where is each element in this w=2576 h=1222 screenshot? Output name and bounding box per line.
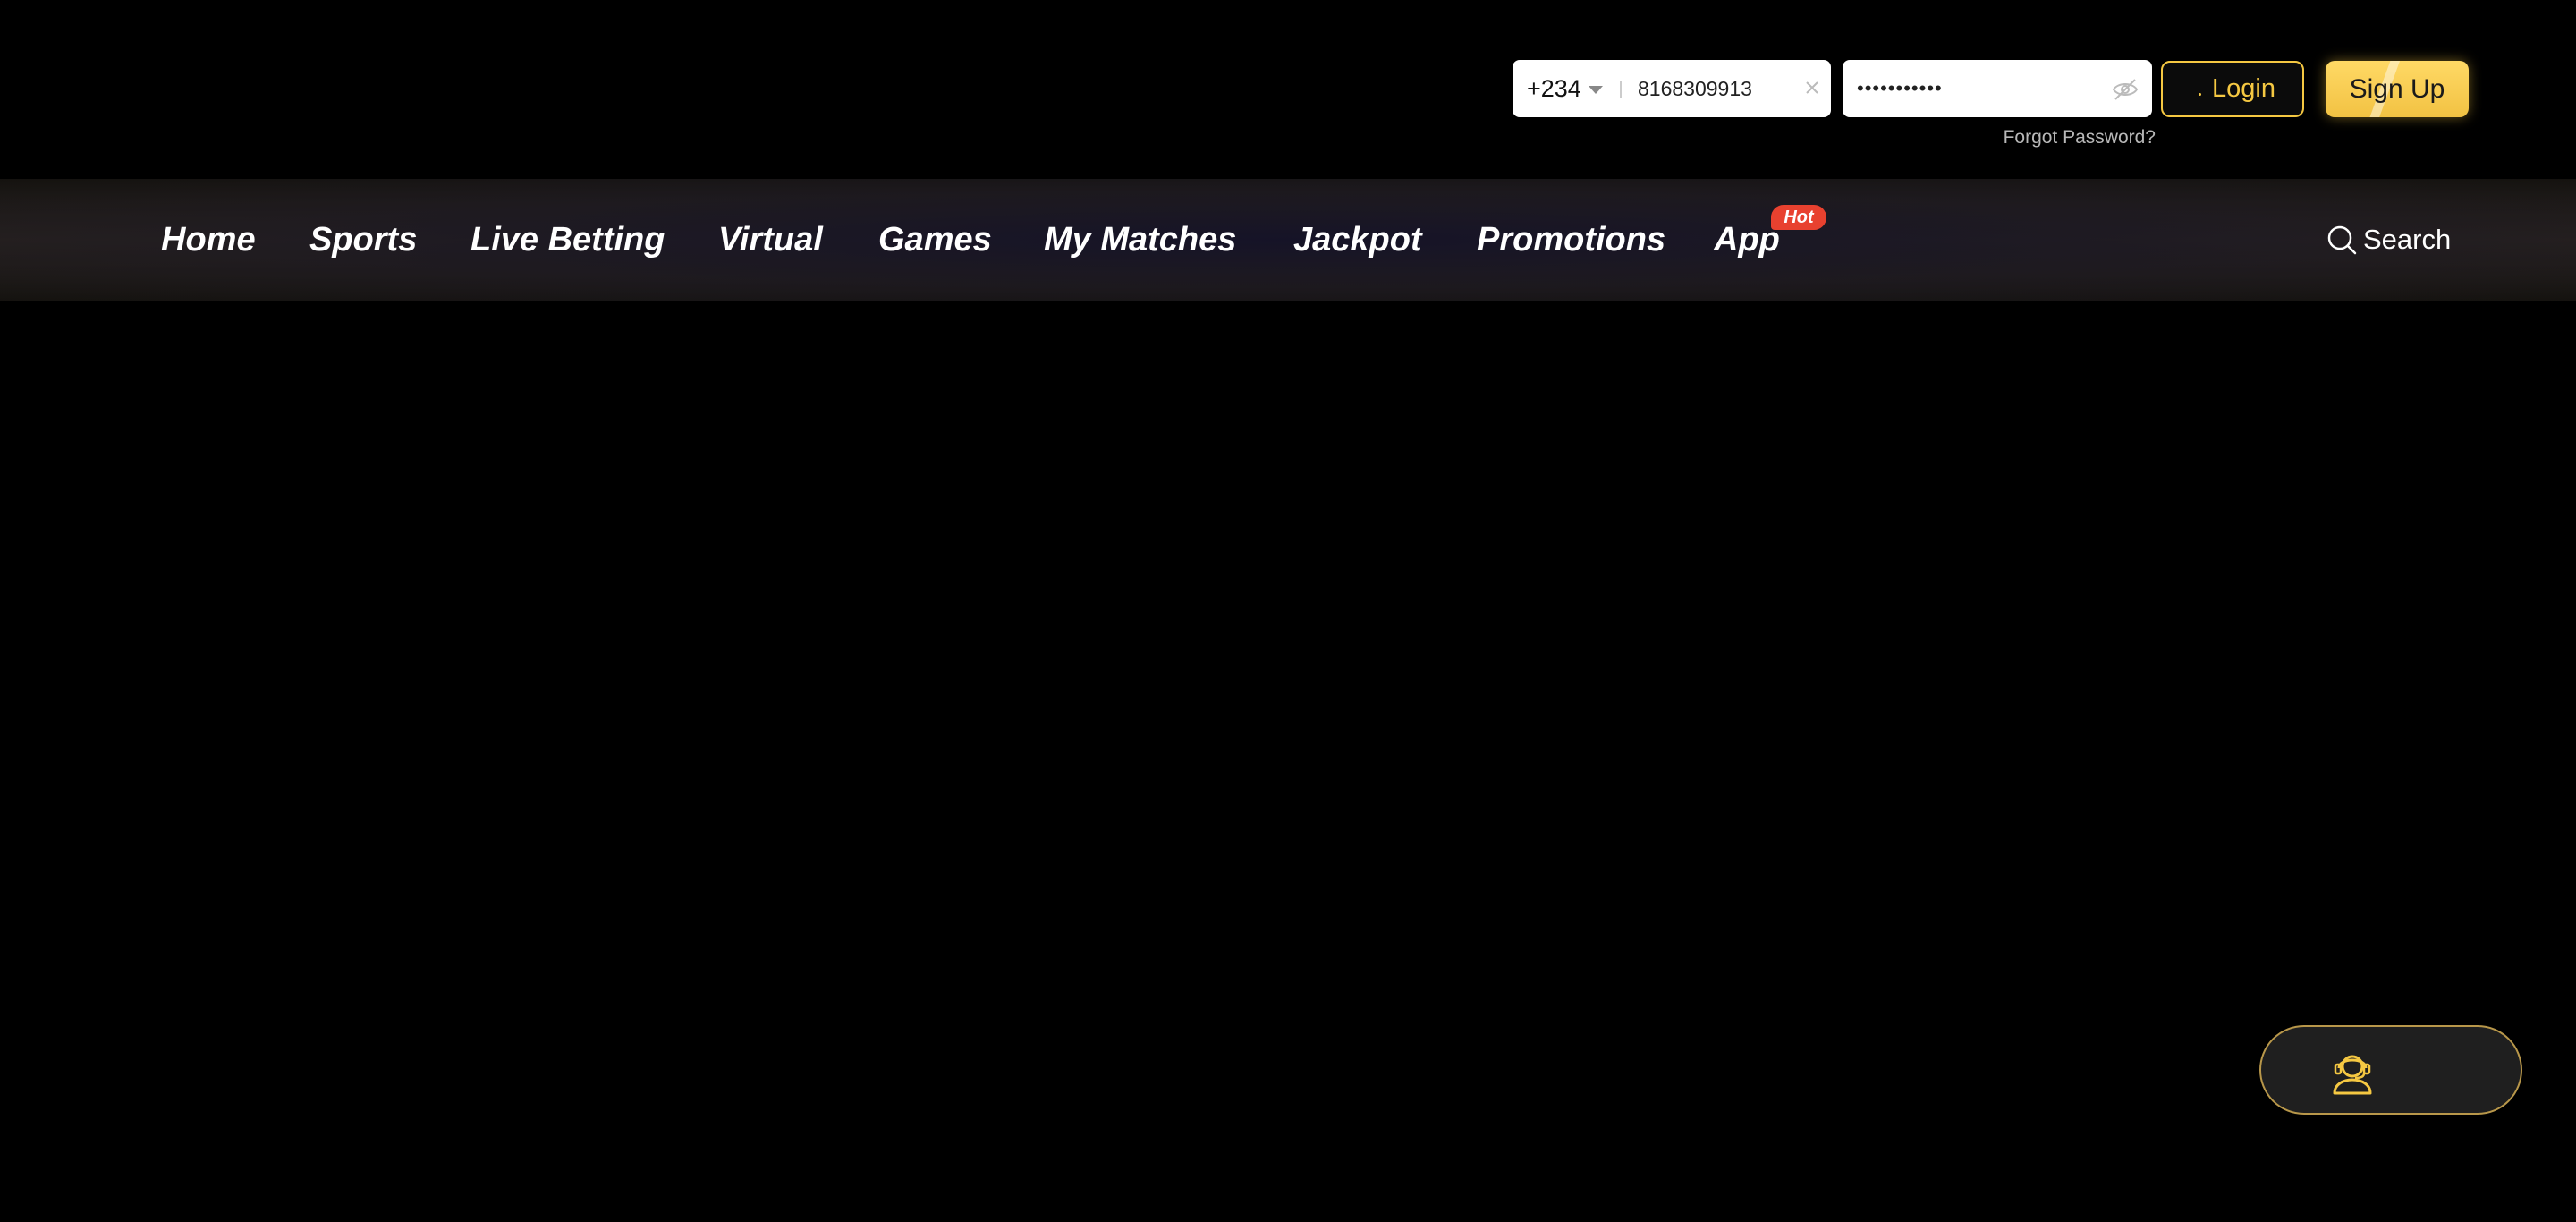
hot-badge: Hot (1771, 205, 1826, 230)
search-button[interactable]: Search (2326, 179, 2451, 301)
page: +234 Login Sign Up Fo (0, 0, 2576, 1222)
nav-item-jackpot[interactable]: Jackpot (1293, 179, 1422, 301)
caret-down-icon (1588, 85, 1603, 94)
nav-item-live-betting[interactable]: Live Betting (470, 179, 665, 301)
eye-off-icon[interactable] (2111, 75, 2140, 104)
nav-item-virtual[interactable]: Virtual (718, 179, 823, 301)
nav-item-sports[interactable]: Sports (309, 179, 417, 301)
search-label: Search (2363, 224, 2452, 255)
nav-item-home[interactable]: Home (161, 179, 256, 301)
nav-item-my-matches[interactable]: My Matches (1044, 179, 1236, 301)
country-code-value: +234 (1527, 74, 1581, 102)
password-field[interactable] (1843, 60, 2152, 117)
nav-item-promotions[interactable]: Promotions (1477, 179, 1665, 301)
signup-button-label: Sign Up (2349, 73, 2445, 104)
nav-item-games[interactable]: Games (878, 179, 992, 301)
login-button[interactable]: Login (2161, 61, 2304, 117)
customer-support-button[interactable] (2259, 1025, 2522, 1115)
country-code-select[interactable]: +234 (1527, 60, 1603, 117)
main-nav: Home Sports Live Betting Virtual Games M… (0, 179, 2576, 301)
search-icon (2327, 225, 2357, 255)
decorative-dot (2199, 93, 2202, 96)
forgot-password-link[interactable]: Forgot Password? (1950, 127, 2156, 149)
headset-support-icon (2333, 1055, 2372, 1095)
login-bar: +234 Login Sign Up Fo (0, 0, 2576, 179)
phone-field[interactable]: +234 (1513, 60, 1831, 117)
signup-button[interactable]: Sign Up (2326, 61, 2469, 117)
divider (1620, 81, 1622, 98)
nav-item-app[interactable]: App (1714, 179, 1780, 301)
phone-input[interactable] (1638, 67, 1790, 110)
login-button-label: Login (2212, 74, 2275, 103)
password-input[interactable] (1857, 67, 2089, 110)
close-icon[interactable] (1801, 76, 1824, 99)
